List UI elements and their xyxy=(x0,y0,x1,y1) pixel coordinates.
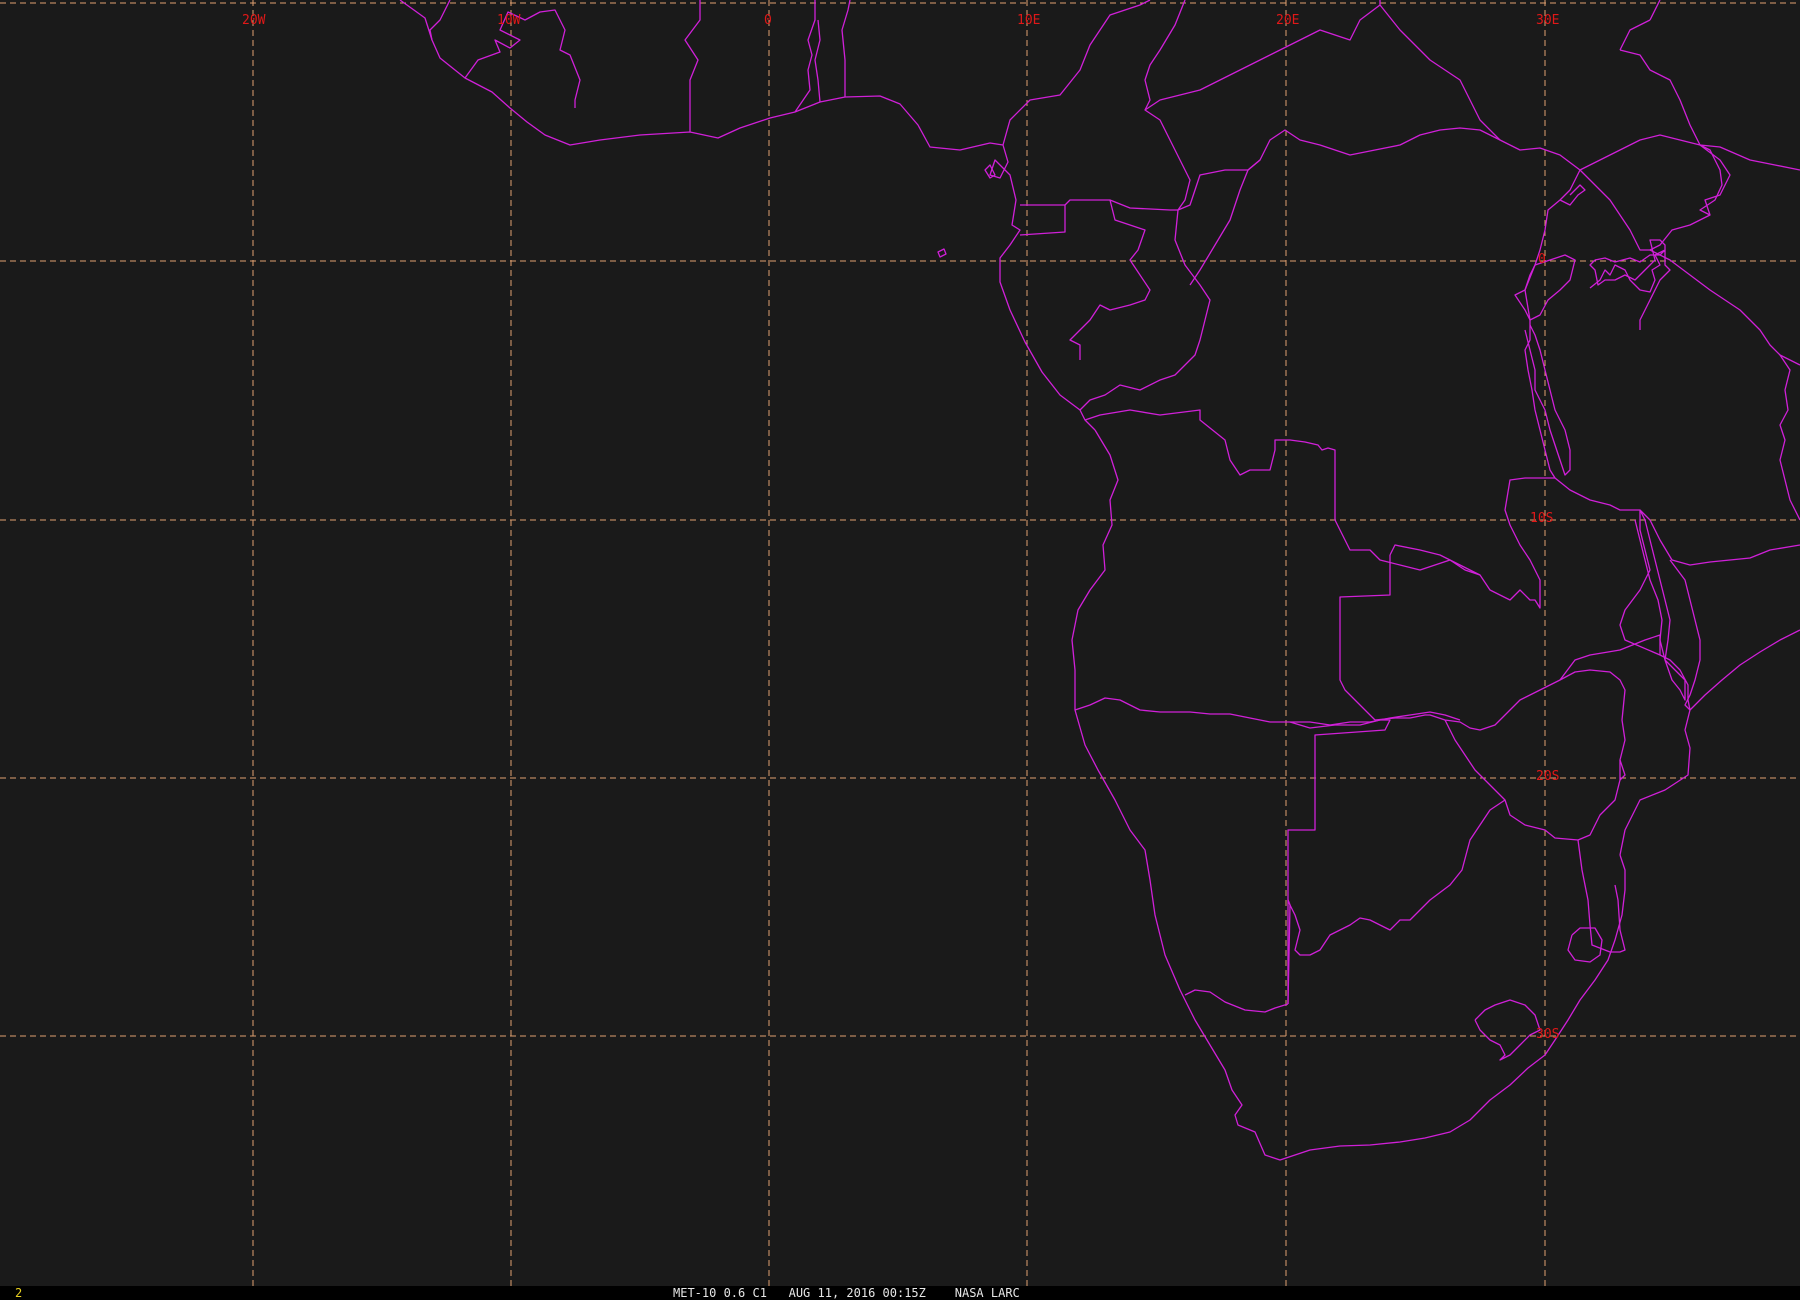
grid-label-10s: 10S xyxy=(1530,511,1553,526)
grid-label-0-lon: 0 xyxy=(764,13,772,28)
grid-label-20e: 20E xyxy=(1276,13,1299,28)
grid-label-30e: 30E xyxy=(1536,13,1559,28)
satellite-map[interactable]: 20W 10W 0 10E 20E 30E 0 10S 20S 30S xyxy=(0,0,1800,1286)
grid-label-30s: 30S xyxy=(1536,1027,1559,1042)
map-background xyxy=(0,0,1800,1286)
frame-number: 2 xyxy=(15,1286,23,1300)
grid-label-20s: 20S xyxy=(1536,769,1559,784)
grid-label-10e: 10E xyxy=(1017,13,1040,28)
satellite-image-viewer: 20W 10W 0 10E 20E 30E 0 10S 20S 30S 2 ME… xyxy=(0,0,1800,1300)
grid-label-0-lat: 0 xyxy=(1538,252,1546,267)
grid-label-20w: 20W xyxy=(242,13,266,28)
image-caption: MET-10 0.6 C1 AUG 11, 2016 00:15Z NASA L… xyxy=(673,1286,1020,1300)
status-bar: 2 MET-10 0.6 C1 AUG 11, 2016 00:15Z NASA… xyxy=(0,1286,1800,1300)
grid-label-10w: 10W xyxy=(497,13,521,28)
